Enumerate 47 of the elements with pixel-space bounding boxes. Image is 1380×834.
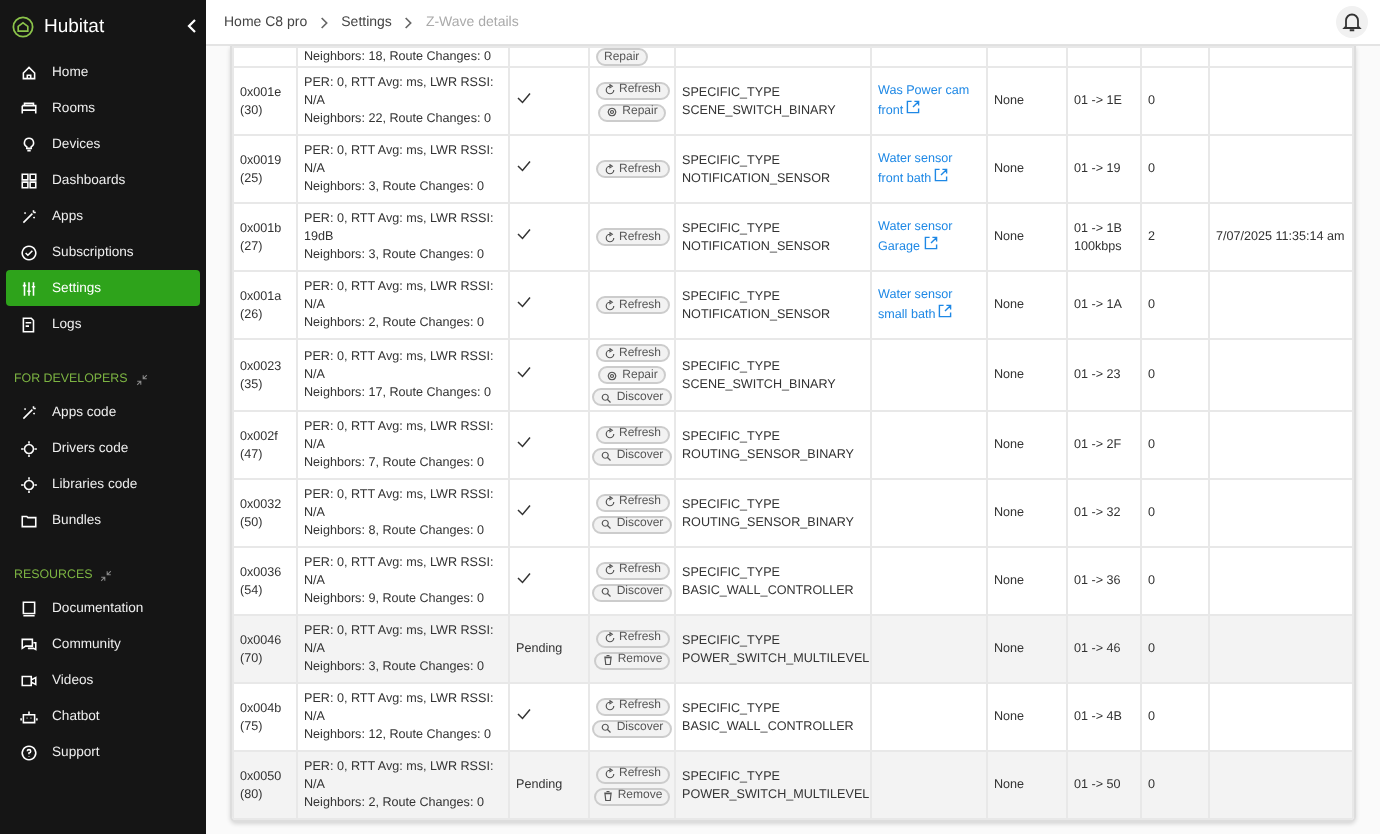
chevron-right-icon (319, 15, 330, 29)
refresh-icon (603, 632, 615, 644)
chevron-right-icon (403, 15, 414, 29)
notifications-button[interactable] (1336, 6, 1368, 38)
refresh-icon (603, 700, 615, 712)
lightbulb-icon (20, 135, 38, 153)
bed-icon (20, 99, 38, 117)
external-link-icon (906, 100, 921, 114)
refresh-icon (603, 84, 615, 96)
search-icon (600, 722, 613, 734)
chat-icon (20, 635, 38, 653)
grid-icon (20, 171, 38, 189)
book-icon (20, 599, 38, 617)
target-icon (606, 106, 619, 118)
bell-icon (1340, 10, 1364, 34)
refresh-icon (603, 564, 615, 576)
document-icon (20, 315, 38, 333)
robot-icon (20, 707, 38, 725)
help-icon (20, 743, 38, 761)
external-link-icon (923, 236, 938, 250)
video-icon (20, 671, 38, 689)
refresh-icon (603, 768, 615, 780)
search-icon (600, 586, 613, 598)
trash-icon (601, 654, 614, 666)
refresh-icon (603, 347, 615, 359)
sliders-icon (20, 279, 38, 297)
collapse-arrows-icon[interactable] (100, 569, 113, 581)
search-icon (600, 391, 613, 403)
refresh-icon (603, 231, 615, 243)
refresh-icon (603, 299, 615, 311)
external-link-icon (934, 168, 949, 182)
folder-icon (20, 511, 38, 529)
refresh-icon (603, 428, 615, 440)
target-icon (606, 369, 619, 381)
trash-icon (601, 790, 614, 802)
chevron-left-icon[interactable] (186, 18, 198, 34)
refresh-icon (603, 496, 615, 508)
external-link-icon (938, 304, 953, 318)
home-icon (20, 63, 38, 81)
wand-icon (20, 207, 38, 225)
logo-icon (12, 15, 34, 37)
brand-name: Hubitat (44, 15, 107, 37)
wand-icon (20, 403, 38, 421)
refresh-icon (603, 163, 615, 175)
search-icon (600, 518, 613, 530)
collapse-arrows-icon[interactable] (135, 373, 148, 385)
search-icon (600, 450, 613, 462)
